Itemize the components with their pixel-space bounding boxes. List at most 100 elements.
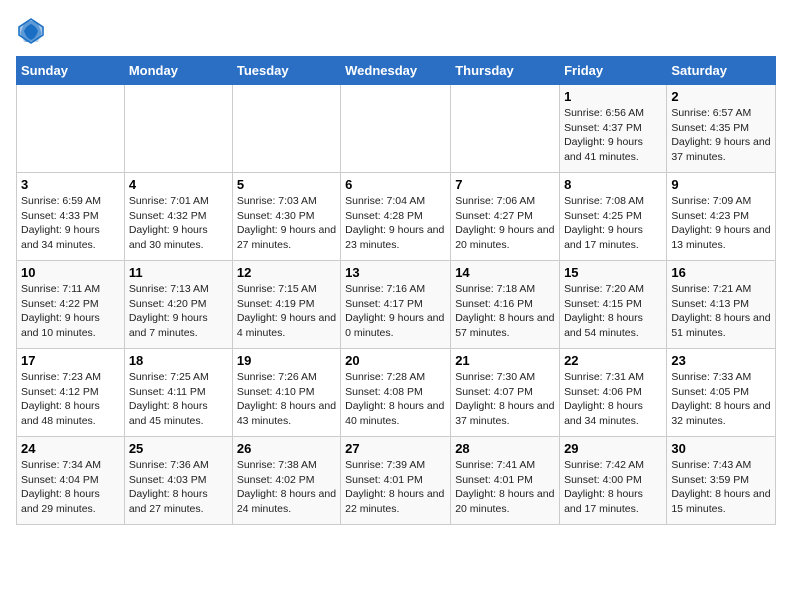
day-info: Sunrise: 7:04 AM Sunset: 4:28 PM Dayligh… xyxy=(345,194,446,253)
calendar-cell: 17 Sunrise: 7:23 AM Sunset: 4:12 PM Dayli… xyxy=(17,349,125,437)
day-number: 17 xyxy=(21,353,120,368)
day-number: 7 xyxy=(455,177,555,192)
day-number: 16 xyxy=(671,265,771,280)
day-info: Sunrise: 7:18 AM Sunset: 4:16 PM Dayligh… xyxy=(455,282,555,341)
calendar-cell: 25Sunrise: 7:36 AM Sunset: 4:03 PM Dayli… xyxy=(124,437,232,525)
calendar-cell: 1 Sunrise: 6:56 AM Sunset: 4:37 PM Daylig… xyxy=(560,85,667,173)
col-header-friday: Friday xyxy=(560,57,667,85)
day-number: 12 xyxy=(237,265,336,280)
day-number: 5 xyxy=(237,177,336,192)
day-info: Sunrise: 7:39 AM Sunset: 4:01 PM Dayligh… xyxy=(345,458,446,517)
col-header-wednesday: Wednesday xyxy=(341,57,451,85)
week-row-3: 17 Sunrise: 7:23 AM Sunset: 4:12 PM Dayli… xyxy=(17,349,776,437)
week-row-2: 10 Sunrise: 7:11 AM Sunset: 4:22 PM Dayli… xyxy=(17,261,776,349)
calendar-cell: 3 Sunrise: 6:59 AM Sunset: 4:33 PM Daylig… xyxy=(17,173,125,261)
day-info: Sunrise: 7:11 AM Sunset: 4:22 PM Dayligh… xyxy=(21,282,120,341)
calendar-cell xyxy=(124,85,232,173)
day-number: 8 xyxy=(564,177,662,192)
col-header-saturday: Saturday xyxy=(667,57,776,85)
day-info: Sunrise: 7:03 AM Sunset: 4:30 PM Dayligh… xyxy=(237,194,336,253)
calendar-cell: 20 Sunrise: 7:28 AM Sunset: 4:08 PM Dayli… xyxy=(341,349,451,437)
calendar-cell: 4 Sunrise: 7:01 AM Sunset: 4:32 PM Daylig… xyxy=(124,173,232,261)
page-header xyxy=(16,16,776,46)
day-info: Sunrise: 7:38 AM Sunset: 4:02 PM Dayligh… xyxy=(237,458,336,517)
day-info: Sunrise: 7:16 AM Sunset: 4:17 PM Dayligh… xyxy=(345,282,446,341)
day-info: Sunrise: 7:41 AM Sunset: 4:01 PM Dayligh… xyxy=(455,458,555,517)
calendar-cell xyxy=(451,85,560,173)
calendar-cell: 6 Sunrise: 7:04 AM Sunset: 4:28 PM Daylig… xyxy=(341,173,451,261)
day-info: Sunrise: 7:15 AM Sunset: 4:19 PM Dayligh… xyxy=(237,282,336,341)
day-number: 6 xyxy=(345,177,446,192)
day-info: Sunrise: 6:57 AM Sunset: 4:35 PM Dayligh… xyxy=(671,106,771,165)
day-info: Sunrise: 7:09 AM Sunset: 4:23 PM Dayligh… xyxy=(671,194,771,253)
logo xyxy=(16,16,50,46)
calendar-cell: 5 Sunrise: 7:03 AM Sunset: 4:30 PM Daylig… xyxy=(232,173,340,261)
day-info: Sunrise: 7:31 AM Sunset: 4:06 PM Dayligh… xyxy=(564,370,662,429)
calendar-cell: 24 Sunrise: 7:34 AM Sunset: 4:04 PM Dayli… xyxy=(17,437,125,525)
calendar-cell xyxy=(232,85,340,173)
calendar-cell xyxy=(17,85,125,173)
day-info: Sunrise: 7:21 AM Sunset: 4:13 PM Dayligh… xyxy=(671,282,771,341)
calendar-cell: 7 Sunrise: 7:06 AM Sunset: 4:27 PM Daylig… xyxy=(451,173,560,261)
day-info: Sunrise: 7:36 AM Sunset: 4:03 PM Dayligh… xyxy=(129,458,228,517)
day-info: Sunrise: 7:23 AM Sunset: 4:12 PM Dayligh… xyxy=(21,370,120,429)
calendar-cell: 2 Sunrise: 6:57 AM Sunset: 4:35 PM Daylig… xyxy=(667,85,776,173)
calendar-cell: 9 Sunrise: 7:09 AM Sunset: 4:23 PM Daylig… xyxy=(667,173,776,261)
day-number: 27 xyxy=(345,441,446,456)
day-info: Sunrise: 6:59 AM Sunset: 4:33 PM Dayligh… xyxy=(21,194,120,253)
day-info: Sunrise: 7:20 AM Sunset: 4:15 PM Dayligh… xyxy=(564,282,662,341)
calendar-cell: 22Sunrise: 7:31 AM Sunset: 4:06 PM Dayli… xyxy=(560,349,667,437)
day-info: Sunrise: 7:13 AM Sunset: 4:20 PM Dayligh… xyxy=(129,282,228,341)
day-number: 10 xyxy=(21,265,120,280)
col-header-tuesday: Tuesday xyxy=(232,57,340,85)
day-info: Sunrise: 7:34 AM Sunset: 4:04 PM Dayligh… xyxy=(21,458,120,517)
calendar-cell: 19 Sunrise: 7:26 AM Sunset: 4:10 PM Dayli… xyxy=(232,349,340,437)
calendar-cell: 16 Sunrise: 7:21 AM Sunset: 4:13 PM Dayli… xyxy=(667,261,776,349)
day-info: Sunrise: 7:25 AM Sunset: 4:11 PM Dayligh… xyxy=(129,370,228,429)
calendar-cell: 15 Sunrise: 7:20 AM Sunset: 4:15 PM Dayli… xyxy=(560,261,667,349)
calendar-cell: 11 Sunrise: 7:13 AM Sunset: 4:20 PM Dayli… xyxy=(124,261,232,349)
day-info: Sunrise: 7:28 AM Sunset: 4:08 PM Dayligh… xyxy=(345,370,446,429)
calendar-cell: 18 Sunrise: 7:25 AM Sunset: 4:11 PM Dayli… xyxy=(124,349,232,437)
day-number: 9 xyxy=(671,177,771,192)
calendar-cell: 8 Sunrise: 7:08 AM Sunset: 4:25 PM Daylig… xyxy=(560,173,667,261)
day-info: Sunrise: 7:30 AM Sunset: 4:07 PM Dayligh… xyxy=(455,370,555,429)
day-info: Sunrise: 7:08 AM Sunset: 4:25 PM Dayligh… xyxy=(564,194,662,253)
day-number: 28 xyxy=(455,441,555,456)
day-number: 26 xyxy=(237,441,336,456)
day-number: 23 xyxy=(671,353,771,368)
calendar-cell: 29Sunrise: 7:42 AM Sunset: 4:00 PM Dayli… xyxy=(560,437,667,525)
calendar-cell: 21 Sunrise: 7:30 AM Sunset: 4:07 PM Dayli… xyxy=(451,349,560,437)
day-number: 11 xyxy=(129,265,228,280)
day-number: 4 xyxy=(129,177,228,192)
logo-icon xyxy=(16,16,46,46)
calendar-cell: 14 Sunrise: 7:18 AM Sunset: 4:16 PM Dayli… xyxy=(451,261,560,349)
calendar-table: SundayMondayTuesdayWednesdayThursdayFrid… xyxy=(16,56,776,525)
col-header-monday: Monday xyxy=(124,57,232,85)
col-header-sunday: Sunday xyxy=(17,57,125,85)
calendar-cell: 10 Sunrise: 7:11 AM Sunset: 4:22 PM Dayli… xyxy=(17,261,125,349)
day-number: 13 xyxy=(345,265,446,280)
day-number: 30 xyxy=(671,441,771,456)
day-info: Sunrise: 6:56 AM Sunset: 4:37 PM Dayligh… xyxy=(564,106,662,165)
day-info: Sunrise: 7:06 AM Sunset: 4:27 PM Dayligh… xyxy=(455,194,555,253)
calendar-cell: 28 Sunrise: 7:41 AM Sunset: 4:01 PM Dayli… xyxy=(451,437,560,525)
day-number: 2 xyxy=(671,89,771,104)
day-number: 24 xyxy=(21,441,120,456)
day-info: Sunrise: 7:01 AM Sunset: 4:32 PM Dayligh… xyxy=(129,194,228,253)
day-info: Sunrise: 7:26 AM Sunset: 4:10 PM Dayligh… xyxy=(237,370,336,429)
day-number: 21 xyxy=(455,353,555,368)
day-number: 15 xyxy=(564,265,662,280)
day-number: 1 xyxy=(564,89,662,104)
calendar-cell: 23 Sunrise: 7:33 AM Sunset: 4:05 PM Dayli… xyxy=(667,349,776,437)
day-number: 19 xyxy=(237,353,336,368)
day-info: Sunrise: 7:33 AM Sunset: 4:05 PM Dayligh… xyxy=(671,370,771,429)
day-number: 3 xyxy=(21,177,120,192)
calendar-cell: 27 Sunrise: 7:39 AM Sunset: 4:01 PM Dayli… xyxy=(341,437,451,525)
day-number: 20 xyxy=(345,353,446,368)
day-number: 18 xyxy=(129,353,228,368)
col-header-thursday: Thursday xyxy=(451,57,560,85)
calendar-cell xyxy=(341,85,451,173)
day-number: 14 xyxy=(455,265,555,280)
calendar-cell: 30Sunrise: 7:43 AM Sunset: 3:59 PM Dayli… xyxy=(667,437,776,525)
